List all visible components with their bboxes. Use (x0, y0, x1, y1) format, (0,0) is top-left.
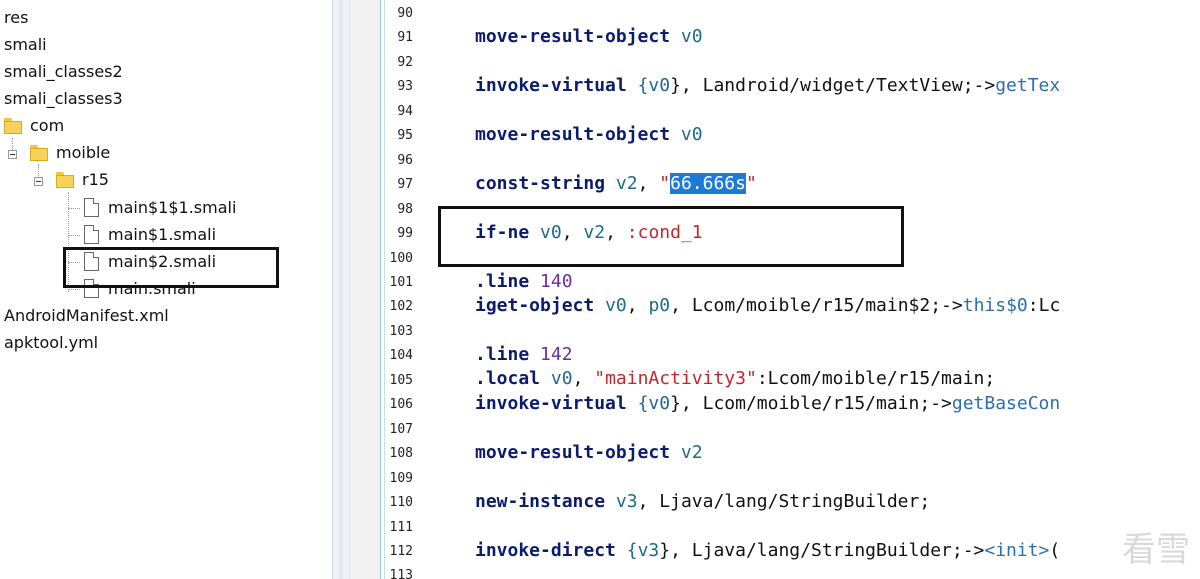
panel-splitter[interactable] (332, 0, 350, 579)
code-line: .line 140 (475, 271, 573, 292)
tree-item-moible[interactable]: moible (56, 140, 110, 164)
selected-text[interactable]: 66.666s (670, 173, 746, 194)
tree-item-label: main$1.smali (108, 224, 217, 244)
line-number: 90 (397, 6, 413, 21)
tree-item-label: moible (56, 142, 111, 162)
tree-item-r15[interactable]: r15 (82, 167, 109, 191)
tree-item-label: smali_classes2 (4, 61, 123, 81)
folder-icon (56, 172, 74, 188)
line-number: 96 (397, 153, 413, 168)
code-line: move-result-object v2 (475, 442, 703, 463)
line-number: 111 (389, 520, 413, 535)
highlight-box-file (63, 247, 279, 288)
code-line: .local v0, "mainActivity3":Lcom/moible/r… (475, 368, 996, 389)
collapse-icon[interactable] (8, 150, 17, 159)
tree-item-smali-classes3[interactable]: smali_classes3 (4, 86, 123, 110)
tree-item-label: res (4, 7, 29, 27)
code-editor[interactable]: 90 91 92 93 94 95 96 97 98 99 100 101 10… (350, 0, 1200, 579)
tree-item-apktool-yml[interactable]: apktool.yml (4, 330, 98, 354)
tree-item-label: main$1$1.smali (108, 197, 237, 217)
file-icon (84, 225, 99, 244)
tree-item-main-1-1-smali[interactable]: main$1$1.smali (108, 195, 236, 219)
line-number: 105 (389, 373, 413, 388)
line-number: 97 (397, 177, 413, 192)
file-icon (84, 198, 99, 217)
code-line: invoke-virtual {v0}, Landroid/widget/Tex… (475, 75, 1061, 96)
tree-item-androidmanifest[interactable]: AndroidManifest.xml (4, 303, 169, 327)
code-line: .line 142 (475, 344, 573, 365)
tree-item-label: apktool.yml (4, 332, 99, 352)
line-number: 100 (389, 251, 413, 266)
line-number: 93 (397, 79, 413, 94)
line-number: 109 (389, 471, 413, 486)
highlight-box-code (438, 206, 904, 267)
line-number: 108 (389, 446, 413, 461)
code-line: const-string v2, "66.666s" (475, 173, 757, 194)
line-number: 106 (389, 397, 413, 412)
file-tree-panel: res smali smali_classes2 smali_classes3 … (0, 0, 332, 579)
code-line: new-instance v3, Ljava/lang/StringBuilde… (475, 491, 931, 512)
tree-item-smali[interactable]: smali (4, 32, 47, 56)
tree-guide (68, 235, 80, 236)
watermark: 看雪 (1122, 530, 1190, 570)
code-line: move-result-object v0 (475, 26, 703, 47)
line-number: 92 (397, 55, 413, 70)
tree-item-main-1-smali[interactable]: main$1.smali (108, 222, 216, 246)
collapse-icon[interactable] (34, 177, 43, 186)
tree-item-smali-classes2[interactable]: smali_classes2 (4, 59, 123, 83)
line-number: 110 (389, 495, 413, 510)
line-number: 99 (397, 226, 413, 241)
line-number: 102 (389, 299, 413, 314)
folder-icon (4, 118, 22, 134)
tree-item-label: com (30, 115, 65, 135)
code-line: invoke-direct {v3}, Ljava/lang/StringBui… (475, 540, 1061, 561)
line-number: 107 (389, 422, 413, 437)
tree-item-label: AndroidManifest.xml (4, 305, 169, 325)
folder-icon (30, 145, 48, 161)
editor-gutter (350, 0, 380, 579)
line-number: 95 (397, 128, 413, 143)
tree-guide (68, 289, 80, 290)
line-number: 91 (397, 30, 413, 45)
tree-item-label: r15 (82, 169, 109, 189)
code-line: move-result-object v0 (475, 124, 703, 145)
tree-item-com[interactable]: com (30, 113, 64, 137)
tree-item-label: smali_classes3 (4, 88, 123, 108)
line-number: 113 (389, 568, 413, 579)
line-number: 104 (389, 348, 413, 363)
code-line: invoke-virtual {v0}, Lcom/moible/r15/mai… (475, 393, 1061, 414)
line-number: 101 (389, 275, 413, 290)
code-line: iget-object v0, p0, Lcom/moible/r15/main… (475, 295, 1061, 316)
tree-item-res[interactable]: res (4, 5, 28, 29)
tree-guide (68, 208, 80, 209)
line-number: 112 (389, 544, 413, 559)
line-number: 98 (397, 202, 413, 217)
line-number: 103 (389, 324, 413, 339)
tree-item-label: smali (4, 34, 47, 54)
line-number: 94 (397, 104, 413, 119)
